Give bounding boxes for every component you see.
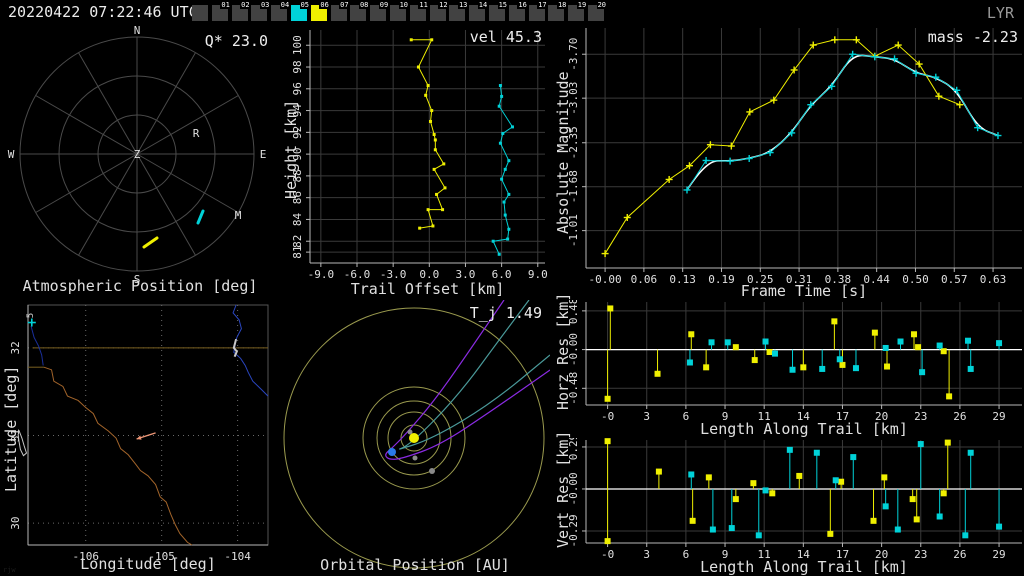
vert-residuals-plot: -0 3 6 9 11 14 17 20 23 26 290.29-0.00-0.29 [567, 438, 1022, 561]
map-xlabel: Longitude [deg] [80, 555, 216, 573]
frame-box-blank[interactable] [192, 5, 208, 21]
tisserand-label: T_j 1.49 [469, 304, 542, 322]
frame-number: 02 [240, 1, 251, 9]
frame-box-18[interactable]: 18 [548, 1, 568, 21]
svg-text:81: 81 [291, 245, 304, 258]
vert-xlabel: Length Along Trail [km] [700, 558, 908, 576]
svg-text:98: 98 [291, 60, 304, 73]
frame-box-17[interactable]: 17 [528, 1, 548, 21]
frame-number: 19 [576, 1, 588, 9]
orbital-position-plot [283, 300, 550, 569]
svg-text:100: 100 [291, 35, 304, 55]
frame-number: 13 [457, 1, 469, 9]
frame-box-16[interactable]: 16 [508, 1, 528, 21]
mag-ylabel: Absolute Magnitude [554, 71, 572, 234]
shower-code-label: LYR [986, 4, 1014, 22]
compass-n: N [134, 24, 141, 37]
trail-ylabel: Height [km] [282, 99, 300, 199]
frame-number: 09 [378, 1, 390, 9]
frame-box-15[interactable]: 15 [489, 1, 508, 21]
frame-number: 11 [418, 1, 429, 9]
frame-box-19[interactable]: 19 [568, 1, 588, 21]
magnitude-panel: -0.00 0.06 0.13 0.19 0.25 0.31 0.38 0.44 0.50 0.5… [550, 24, 1024, 300]
horz-residuals-plot: -0 3 6 9 11 14 17 20 23 26 290.48-0.00-0.48 [567, 300, 1022, 423]
frame-number: 18 [556, 1, 568, 9]
frame-box-20[interactable]: 20 [588, 1, 607, 21]
mass-label: mass -2.23 [927, 28, 1018, 46]
map-ylabel: Latitude [deg] [2, 365, 20, 492]
horz-residuals-panel: -0 3 6 9 11 14 17 20 23 26 29 0.48 -0.00 -0.48 Length… [550, 293, 1024, 438]
ground-map-panel: -106 -105 -104 30 31 32 5 Longitude [deg] Lati… [0, 300, 280, 576]
frame-number: 12 [438, 1, 449, 9]
compass-w: W [8, 148, 15, 161]
magnitude-plot: -0.00 0.06 0.13 0.19 0.25 0.31 0.38 0.44 0.50 0.5… [567, 28, 1022, 286]
orbital-position-panel: T_j 1.49 Orbital Position [AU] [280, 300, 550, 576]
atmospheric-position-plot: NSEW ZRM [8, 24, 267, 286]
velocity-label: vel 45.3 [469, 28, 542, 46]
venus-dot [412, 455, 418, 461]
watermark-text: rjw [3, 566, 16, 574]
frame-box-02[interactable]: 02 [231, 1, 251, 21]
app-screen: 20220422 07:22:46 UTC 01 02 03 04 05 06 07 08 09… [0, 0, 1024, 576]
compass-zenith: Z [134, 148, 141, 161]
svg-text:32: 32 [9, 341, 22, 354]
frame-number: 10 [398, 1, 409, 9]
frame-box-03[interactable]: 03 [251, 1, 271, 21]
frame-box-14[interactable]: 14 [469, 1, 489, 21]
trail-xlabel: Trail Offset [km] [350, 280, 505, 298]
track-number-label: 5 [26, 313, 36, 318]
frame-box-08[interactable]: 08 [350, 1, 370, 21]
frame-number: 01 [220, 1, 231, 9]
sky-marker-m: M [235, 209, 242, 222]
frame-number: 16 [517, 1, 528, 9]
frame-box-09[interactable]: 09 [370, 1, 390, 21]
sky-marker-r: R [193, 127, 200, 140]
ground-map-plot: -106 -105 -1043031325 [9, 304, 269, 563]
mars-dot [429, 468, 435, 474]
frame-number: 17 [537, 1, 548, 9]
frame-box-07[interactable]: 07 [330, 1, 350, 21]
frame-box-10[interactable]: 10 [390, 1, 409, 21]
frame-number: 08 [358, 1, 370, 9]
earth-dot [388, 448, 396, 456]
frame-number: 14 [477, 1, 489, 9]
svg-text:30: 30 [9, 516, 22, 529]
trail-offset-panel: -9.0 -6.0 -3.0 0.0 3.0 6.0 9.0 100 98 96 94 92 90 88 8… [280, 24, 550, 300]
utc-timestamp: 20220422 07:22:46 UTC [8, 3, 198, 21]
svg-text:84: 84 [291, 212, 304, 226]
vert-residuals-panel: -0 3 6 9 11 14 17 20 23 26 29 0.29 -0.00 -0.29 Length… [550, 431, 1024, 576]
frame-box-01[interactable]: 01 [211, 1, 231, 21]
frame-box-05[interactable]: 05 [291, 1, 310, 21]
frame-box-13[interactable]: 13 [449, 1, 469, 21]
trail-offset-plot: -9.0 -6.0 -3.0 0.0 3.0 6.0 9.01009896949290888… [291, 30, 548, 281]
frame-number: 15 [497, 1, 508, 9]
sun-dot [409, 433, 419, 443]
header-bar: 20220422 07:22:46 UTC 01 02 03 04 05 06 07 08 09… [0, 0, 1024, 24]
frame-box-06[interactable]: 06 [310, 1, 330, 21]
frame-number: 03 [259, 1, 271, 9]
frame-number: 04 [279, 1, 291, 9]
frame-box-12[interactable]: 12 [429, 1, 449, 21]
mag-xlabel: Frame Time [s] [740, 282, 868, 300]
frame-box-11[interactable]: 11 [409, 1, 429, 21]
compass-e: E [260, 148, 267, 161]
orbit-title: Orbital Position [AU] [320, 556, 510, 574]
q-value-label: Q* 23.0 [204, 32, 268, 50]
horz-xlabel: Length Along Trail [km] [700, 420, 908, 438]
svg-text:96: 96 [291, 82, 304, 95]
frame-number: 05 [299, 1, 310, 9]
svg-text:-3.70: -3.70 [567, 38, 580, 71]
frame-box-04[interactable]: 04 [271, 1, 291, 21]
vert-ylabel: Vert Res [km] [554, 430, 572, 548]
frame-number: 06 [319, 1, 330, 9]
atmospheric-position-panel: NSEWZRM Q* 23.0 Atmospheric Position [de… [0, 24, 280, 300]
polar-title: Atmospheric Position [deg] [22, 277, 258, 295]
frame-number: 07 [339, 1, 350, 9]
horz-ylabel: Horz Res [km] [554, 292, 572, 410]
frame-number: 20 [596, 1, 607, 9]
